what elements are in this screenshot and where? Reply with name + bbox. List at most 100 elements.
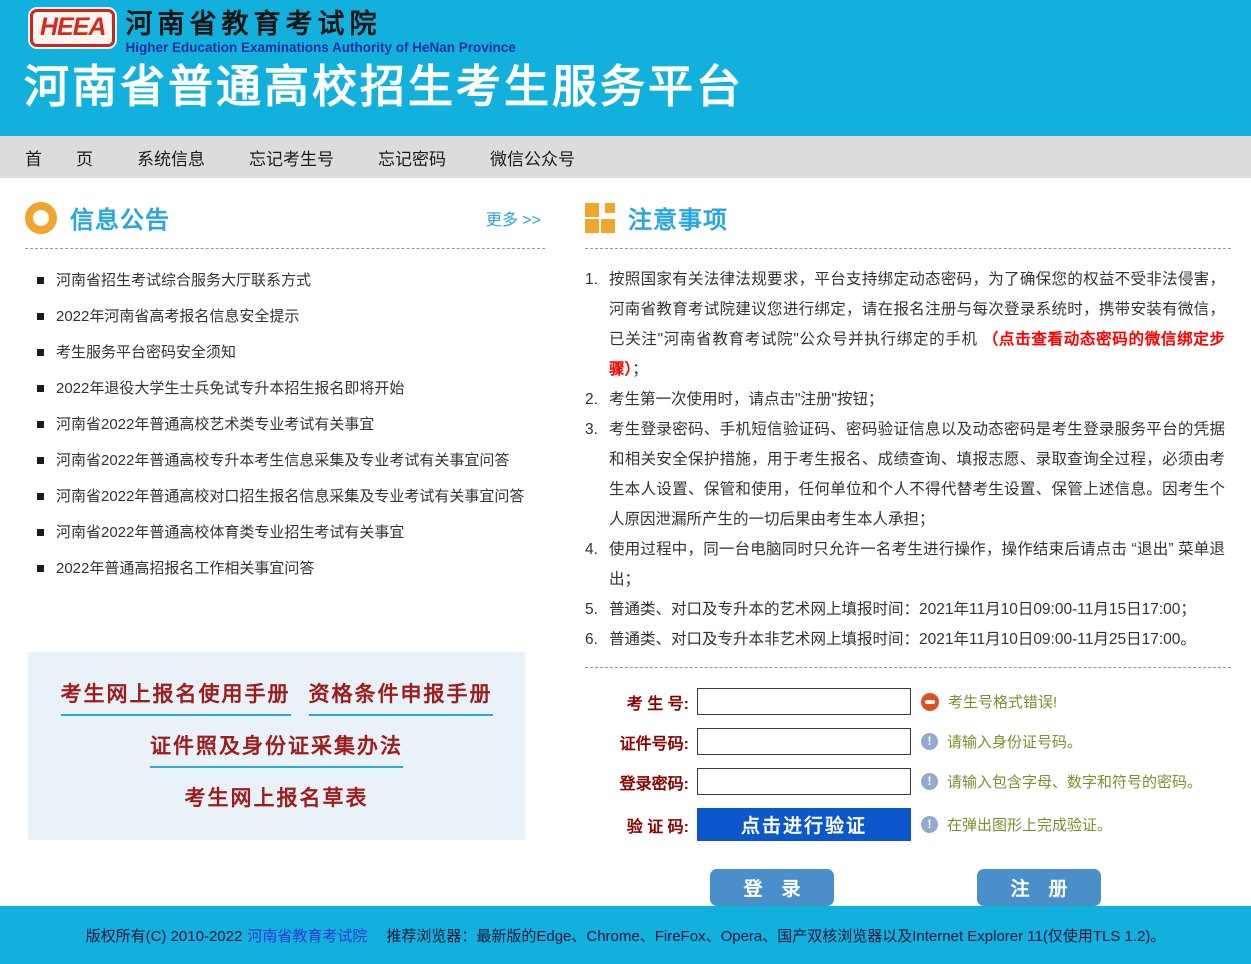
note-item: 4. 使用过程中，同一台电脑同时只允许一名考生进行操作，操作结束后请点击 “退出… [585,535,1231,595]
list-item[interactable]: 2022年河南省高考报名信息安全提示 [37,305,545,328]
note-item: 6. 普通类、对口及专升本非艺术网上填报时间：2021年11月10日09:00-… [585,625,1231,655]
page: HEEA 河南省教育考试院 Higher Education Examinati… [0,0,1251,916]
square-bullet-icon [37,493,44,500]
announcements-header: 信息公告 更多 >> [25,200,545,249]
id-number-input[interactable] [697,728,911,755]
list-item[interactable]: 河南省2022年普通高校艺术类专业考试有关事宜 [37,413,545,436]
note-number: 1. [585,265,609,385]
note-text: 按照国家有关法律法规要求，平台支持绑定动态密码，为了确保您的权益不受非法侵害，河… [609,265,1231,385]
notes-header: 注意事项 [585,200,1231,249]
candidate-id-row: 考 生 号: 考生号格式错误! [601,688,1231,715]
announcements-list: 河南省招生考试综合服务大厅联系方式 2022年河南省高考报名信息安全提示 考生服… [37,269,545,580]
nav-item-system-info[interactable]: 系统信息 [137,145,205,170]
announcement-link: 河南省2022年普通高校艺术类专业考试有关事宜 [56,416,374,433]
captcha-hint: 在弹出图形上完成验证。 [947,814,1112,835]
brand-row: HEEA 河南省教育考试院 Higher Education Examinati… [30,9,1251,55]
captcha-label: 验 证 码: [601,813,689,837]
square-bullet-icon [37,529,44,536]
error-icon [921,693,939,711]
note-text: 普通类、对口及专升本非艺术网上填报时间：2021年11月10日09:00-11月… [609,625,1231,655]
login-button[interactable]: 登 录 [710,869,834,906]
heea-logo: HEEA [30,9,115,47]
note-number: 3. [585,415,609,535]
footer-org-link[interactable]: 河南省教育考试院 [247,925,367,946]
main-content: 信息公告 更多 >> 河南省招生考试综合服务大厅联系方式 2022年河南省高考报… [0,178,1251,906]
announcement-link: 河南省2022年普通高校体育类专业招生考试有关事宜 [56,524,404,541]
notes-section: 注意事项 1. 按照国家有关法律法规要求，平台支持绑定动态密码，为了确保您的权益… [585,190,1231,906]
manual-link-registration-handbook[interactable]: 考生网上报名使用手册 [61,678,291,716]
browser-recommendation: 推荐浏览器：最新版的Edge、Chrome、FireFox、Opera、国产双核… [386,925,1165,946]
announcement-link: 河南省招生考试综合服务大厅联系方式 [56,272,311,289]
announcement-link: 2022年退役大学生士兵免试专升本招生报名即将开始 [56,380,404,397]
announcement-link: 2022年河南省高考报名信息安全提示 [56,308,299,325]
ring-icon [25,202,57,234]
info-icon [921,816,938,833]
list-item[interactable]: 2022年退役大学生士兵免试专升本招生报名即将开始 [37,377,545,400]
note-text: 考生第一次使用时，请点击"注册"按钮； [609,385,1231,415]
note-text: 普通类、对口及专升本的艺术网上填报时间：2021年11月10日09:00-11月… [609,595,1231,625]
note-number: 2. [585,385,609,415]
note-text: 考生登录密码、手机短信验证码、密码验证信息以及动态密码是考生登录服务平台的凭据和… [609,415,1231,535]
announcement-link: 2022年普通高招报名工作相关事宜问答 [56,560,314,577]
manual-link-photo-id-collection[interactable]: 证件照及身份证采集办法 [150,730,403,768]
square [585,203,599,217]
info-icon [921,773,938,790]
square [585,219,599,233]
announcement-link: 考生服务平台密码安全须知 [56,344,236,361]
id-number-hint: 请输入身份证号码。 [947,731,1082,752]
square-bullet-icon [37,385,44,392]
login-form: 考 生 号: 考生号格式错误! 证件号码: 请输入身份证号码。 登录密码: 请输… [585,668,1231,906]
square-bullet-icon [37,277,44,284]
password-input[interactable] [697,768,911,795]
site-title: 河南省普通高校招生考生服务平台 [24,61,1251,113]
manuals-row-1: 考生网上报名使用手册资格条件申报手册 [38,678,515,730]
announcements-section: 信息公告 更多 >> 河南省招生考试综合服务大厅联系方式 2022年河南省高考报… [25,190,545,906]
password-label: 登录密码: [601,770,689,794]
password-row: 登录密码: 请输入包含字母、数字和符号的密码。 [601,768,1231,795]
footer: 版权所有(C) 2010-2022 河南省教育考试院 推荐浏览器：最新版的Edg… [0,906,1251,964]
note-number: 6. [585,625,609,655]
note-text-part: ； [632,361,648,378]
square-bullet-icon [37,565,44,572]
square [601,219,615,233]
square-bullet-icon [37,457,44,464]
more-link[interactable]: 更多 >> [486,206,541,230]
grid-squares-icon [585,203,615,233]
list-item[interactable]: 河南省2022年普通高校对口招生报名信息采集及专业考试有关事宜问答 [37,485,545,508]
square-bullet-icon [37,313,44,320]
notes-list: 1. 按照国家有关法律法规要求，平台支持绑定动态密码，为了确保您的权益不受非法侵… [585,265,1231,655]
square [605,203,615,213]
org-name-en: Higher Education Examinations Authority … [125,40,515,55]
password-hint: 请输入包含字母、数字和符号的密码。 [947,771,1202,792]
register-button[interactable]: 注 册 [977,869,1101,906]
note-item: 3. 考生登录密码、手机短信验证码、密码验证信息以及动态密码是考生登录服务平台的… [585,415,1231,535]
manual-link-qualification-handbook[interactable]: 资格条件申报手册 [309,678,493,716]
announcement-link: 河南省2022年普通高校对口招生报名信息采集及专业考试有关事宜问答 [56,488,524,505]
manuals-panel: 考生网上报名使用手册资格条件申报手册 证件照及身份证采集办法 考生网上报名草表 [28,652,525,840]
id-number-row: 证件号码: 请输入身份证号码。 [601,728,1231,755]
list-item[interactable]: 考生服务平台密码安全须知 [37,341,545,364]
list-item[interactable]: 2022年普通高招报名工作相关事宜问答 [37,557,545,580]
manuals-row-3: 考生网上报名草表 [38,782,515,818]
copyright-text: 版权所有(C) 2010-2022 [86,925,243,946]
nav-item-home[interactable]: 首 页 [25,145,93,170]
manuals-row-2: 证件照及身份证采集办法 [38,730,515,782]
note-item: 1. 按照国家有关法律法规要求，平台支持绑定动态密码，为了确保您的权益不受非法侵… [585,265,1231,385]
note-number: 4. [585,535,609,595]
action-row: 登 录 注 册 [601,869,1231,906]
brand-text: 河南省教育考试院 Higher Education Examinations A… [125,9,515,55]
info-icon [921,733,938,750]
candidate-id-input[interactable] [697,688,911,715]
manual-link-draft-form[interactable]: 考生网上报名草表 [185,782,369,818]
note-item: 2. 考生第一次使用时，请点击"注册"按钮； [585,385,1231,415]
header-banner: HEEA 河南省教育考试院 Higher Education Examinati… [0,0,1251,136]
nav-item-forgot-password[interactable]: 忘记密码 [378,145,446,170]
list-item[interactable]: 河南省2022年普通高校体育类专业招生考试有关事宜 [37,521,545,544]
list-item[interactable]: 河南省招生考试综合服务大厅联系方式 [37,269,545,292]
nav-item-wechat[interactable]: 微信公众号 [490,145,575,170]
candidate-id-hint: 考生号格式错误! [948,691,1057,712]
note-number: 5. [585,595,609,625]
list-item[interactable]: 河南省2022年普通高校专升本考生信息采集及专业考试有关事宜问答 [37,449,545,472]
verify-button[interactable]: 点击进行验证 [697,808,911,841]
nav-item-forgot-id[interactable]: 忘记考生号 [249,145,334,170]
